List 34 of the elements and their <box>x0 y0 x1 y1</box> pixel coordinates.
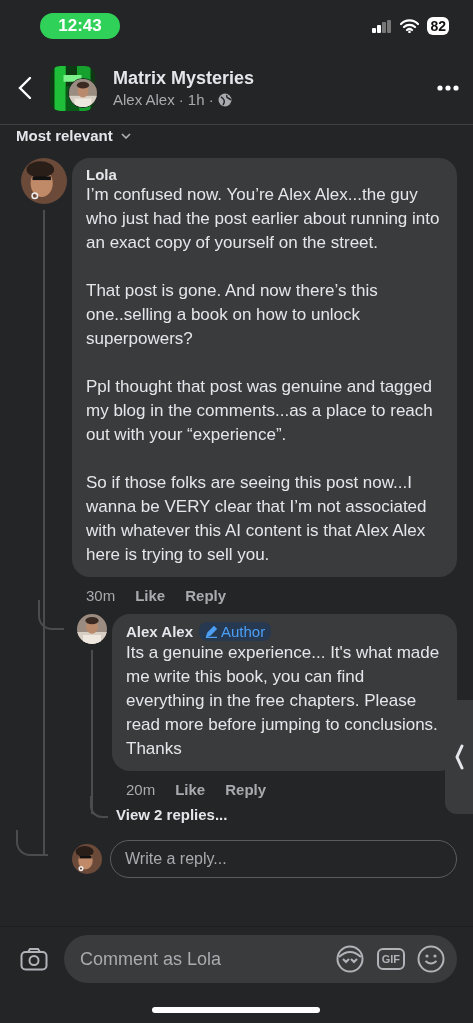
battery-level: 82 <box>427 17 449 35</box>
view-replies-link[interactable]: View 2 replies... <box>112 798 228 823</box>
comment-action[interactable]: Like <box>175 781 206 798</box>
globe-icon <box>217 92 232 107</box>
comment-text: I’m confused now. You’re Alex Alex...the guy who just had the post earlier about running into an exact copy of yourself on the street. That post is gone. And now there’s this one..selling a book on how to unlock superpowers? Ppl thought that post was genuine and tagged my blog in the comments...as a place to reach out with your “experience”. So if those folks are seeing this post now...I wanna be VERY clear that I’m not associated with whatever this AI content is that Alex Alex here is trying to sell you. <box>86 184 441 566</box>
side-handle[interactable] <box>445 700 473 814</box>
author-name[interactable]: Alex Alex <box>113 91 175 108</box>
comment-time: 20m <box>126 781 156 798</box>
camera-icon[interactable] <box>20 947 48 971</box>
post-time: · 1h · <box>178 91 214 108</box>
comment-action[interactable]: Reply <box>225 781 267 798</box>
comment-action[interactable]: Like <box>135 587 166 604</box>
commenter-name[interactable]: Alex Alex <box>126 623 193 640</box>
pencil-icon <box>205 625 218 638</box>
caret-icon <box>120 132 131 139</box>
chevron-icon <box>454 744 464 770</box>
gif-button[interactable]: GIF <box>376 948 405 970</box>
avatar-sticker-icon[interactable] <box>334 944 365 974</box>
comment-time: 30m <box>86 587 116 604</box>
clock: 12:43 <box>40 13 120 39</box>
commenter-name[interactable]: Lola <box>86 166 117 183</box>
comment-action[interactable]: Reply <box>185 587 227 604</box>
comment-text: Its a genuine experience... It's what made me write this book, you can find everything in the free chapters. Please read more before jumping to conclusions. Thanks <box>126 642 441 760</box>
more-icon <box>437 85 459 91</box>
sort-dropdown[interactable]: Most relevant <box>16 127 131 144</box>
comment-field[interactable]: Comment as Lola GIF <box>64 935 457 983</box>
group-name[interactable]: Matrix Mysteries <box>113 68 419 89</box>
signal-icon <box>372 19 393 33</box>
emoji-icon[interactable] <box>417 945 445 973</box>
author-badge: Author <box>199 622 272 641</box>
back-button[interactable] <box>18 76 32 100</box>
more-button[interactable] <box>437 85 459 91</box>
wifi-icon <box>400 19 420 33</box>
back-icon <box>18 76 32 100</box>
